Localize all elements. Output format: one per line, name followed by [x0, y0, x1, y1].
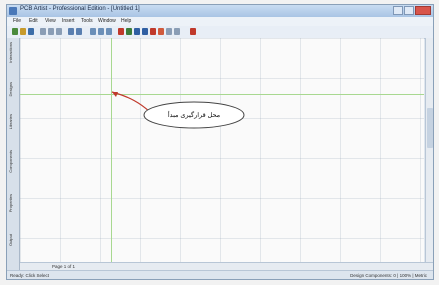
callout-overlay: [111, 91, 245, 129]
callout-arrow: [111, 91, 151, 113]
callout-text: محل قرارگیری مبدأ: [167, 112, 221, 119]
callout-arrowhead: [112, 92, 118, 97]
